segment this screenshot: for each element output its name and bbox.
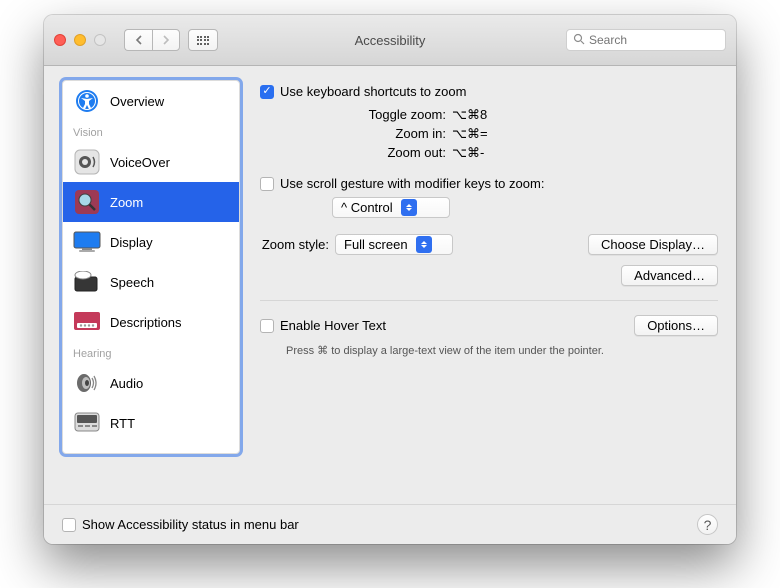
sidebar-item-label: VoiceOver <box>110 155 170 170</box>
use-scroll-gesture-label: Use scroll gesture with modifier keys to… <box>280 176 544 191</box>
shortcuts-list: Toggle zoom:⌥⌘8 Zoom in:⌥⌘= Zoom out:⌥⌘- <box>260 105 718 162</box>
choose-display-button[interactable]: Choose Display… <box>588 234 718 255</box>
show-status-checkbox[interactable] <box>62 518 76 532</box>
descriptions-icon <box>73 308 101 336</box>
zoom-style-value: Full screen <box>344 237 408 252</box>
use-scroll-gesture-checkbox[interactable] <box>260 177 274 191</box>
nav-segment <box>124 29 180 51</box>
advanced-button[interactable]: Advanced… <box>621 265 718 286</box>
help-button[interactable]: ? <box>697 514 718 535</box>
use-keyboard-shortcuts-checkbox[interactable] <box>260 85 274 99</box>
traffic-lights <box>54 34 106 46</box>
use-keyboard-shortcuts-row: Use keyboard shortcuts to zoom <box>260 84 718 99</box>
hover-text-hint: Press ⌘ to display a large-text view of … <box>286 344 718 357</box>
show-all-button[interactable] <box>188 29 218 51</box>
sidebar-item-label: Display <box>110 235 153 250</box>
sidebar-item-label: Zoom <box>110 195 143 210</box>
show-status-label: Show Accessibility status in menu bar <box>82 517 299 532</box>
voiceover-icon <box>73 148 101 176</box>
sidebar-item-label: Audio <box>110 376 143 391</box>
zoom-style-popup[interactable]: Full screen <box>335 234 453 255</box>
titlebar: Accessibility <box>44 15 736 66</box>
zoom-in-value: ⌥⌘= <box>452 124 488 143</box>
grid-icon <box>197 36 210 45</box>
sidebar-item-rtt[interactable]: RTT <box>63 403 239 443</box>
forward-button[interactable] <box>152 29 180 51</box>
chevron-updown-icon <box>401 199 417 216</box>
maximize-button[interactable] <box>94 34 106 46</box>
accessibility-icon <box>73 87 101 115</box>
search-icon <box>573 33 585 48</box>
toggle-zoom-label: Toggle zoom: <box>260 105 452 124</box>
minimize-button[interactable] <box>74 34 86 46</box>
options-button[interactable]: Options… <box>634 315 718 336</box>
sidebar-group-vision: Vision <box>63 121 239 142</box>
close-button[interactable] <box>54 34 66 46</box>
modifier-key-popup[interactable]: ^ Control <box>332 197 450 218</box>
content-area: Overview Vision VoiceOver Zoom Display <box>44 66 736 504</box>
rtt-icon <box>73 409 101 437</box>
enable-hover-text-label: Enable Hover Text <box>280 318 386 333</box>
sidebar-item-label: RTT <box>110 416 135 431</box>
main-panel: Use keyboard shortcuts to zoom Toggle zo… <box>240 80 718 490</box>
separator <box>260 300 718 301</box>
display-icon <box>73 228 101 256</box>
sidebar-item-speech[interactable]: Speech <box>63 262 239 302</box>
speech-icon <box>73 268 101 296</box>
sidebar-item-label: Overview <box>110 94 164 109</box>
sidebar-item-overview[interactable]: Overview <box>63 81 239 121</box>
sidebar-item-audio[interactable]: Audio <box>63 363 239 403</box>
toggle-zoom-value: ⌥⌘8 <box>452 105 487 124</box>
sidebar-item-descriptions[interactable]: Descriptions <box>63 302 239 342</box>
search-input[interactable] <box>589 33 719 47</box>
zoom-in-label: Zoom in: <box>260 124 452 143</box>
chevron-updown-icon <box>416 236 432 253</box>
audio-icon <box>73 369 101 397</box>
sidebar-item-voiceover[interactable]: VoiceOver <box>63 142 239 182</box>
modifier-key-value: ^ Control <box>341 200 393 215</box>
search-field[interactable] <box>566 29 726 51</box>
accessibility-window: Accessibility Overview Vision VoiceOver <box>44 15 736 544</box>
sidebar-item-zoom[interactable]: Zoom <box>63 182 239 222</box>
use-scroll-gesture-row: Use scroll gesture with modifier keys to… <box>260 176 718 191</box>
zoom-icon <box>73 188 101 216</box>
sidebar[interactable]: Overview Vision VoiceOver Zoom Display <box>62 80 240 454</box>
enable-hover-text-row: Enable Hover Text Options… <box>260 315 718 336</box>
footer: Show Accessibility status in menu bar ? <box>44 504 736 544</box>
sidebar-group-hearing: Hearing <box>63 342 239 363</box>
sidebar-item-display[interactable]: Display <box>63 222 239 262</box>
enable-hover-text-checkbox[interactable] <box>260 319 274 333</box>
back-button[interactable] <box>124 29 152 51</box>
zoom-out-value: ⌥⌘- <box>452 143 484 162</box>
sidebar-item-label: Descriptions <box>110 315 182 330</box>
use-keyboard-shortcuts-label: Use keyboard shortcuts to zoom <box>280 84 466 99</box>
zoom-style-label: Zoom style: <box>260 237 335 252</box>
zoom-out-label: Zoom out: <box>260 143 452 162</box>
sidebar-item-label: Speech <box>110 275 154 290</box>
